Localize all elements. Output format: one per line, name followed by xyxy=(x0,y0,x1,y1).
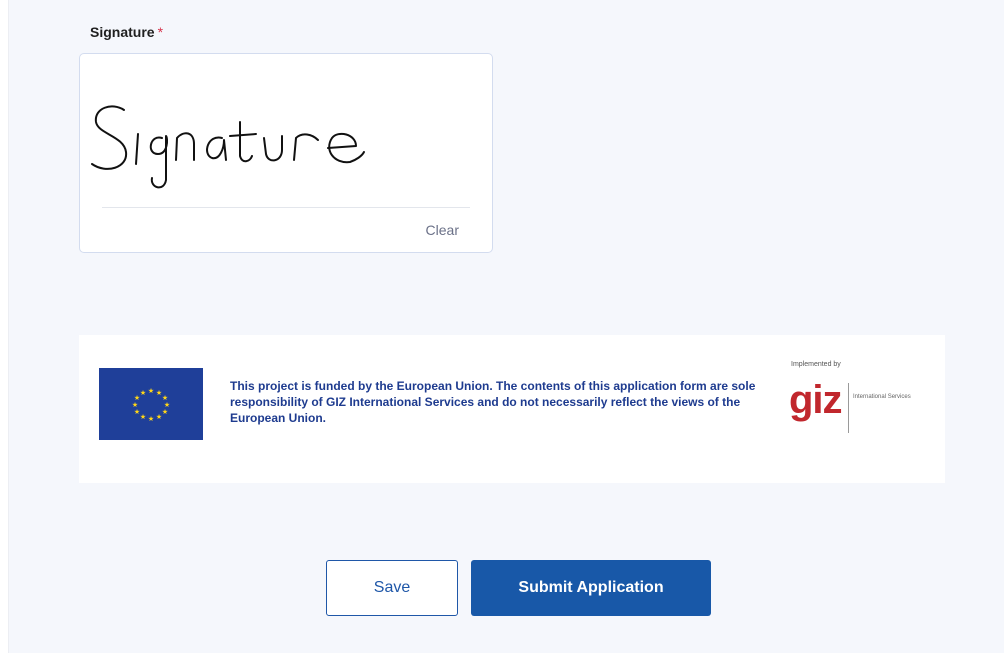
svg-text:★: ★ xyxy=(134,408,140,416)
clear-signature-button[interactable]: Clear xyxy=(426,222,459,238)
form-page: Signature * Clear ★ ★ ★ ★ ★ ★ ★ ★ ★ ★ ★ … xyxy=(8,0,1004,653)
signature-baseline xyxy=(102,207,470,208)
save-button[interactable]: Save xyxy=(326,560,458,616)
required-marker: * xyxy=(157,24,164,40)
funding-disclaimer: This project is funded by the European U… xyxy=(230,379,756,425)
svg-text:★: ★ xyxy=(140,413,146,421)
submit-application-button[interactable]: Submit Application xyxy=(471,560,711,616)
giz-divider xyxy=(848,383,849,433)
signature-label: Signature * xyxy=(90,24,163,40)
signature-label-text: Signature xyxy=(90,24,155,40)
funding-banner: ★ ★ ★ ★ ★ ★ ★ ★ ★ ★ ★ ★ This project is … xyxy=(79,335,945,483)
svg-text:★: ★ xyxy=(148,415,154,423)
svg-text:★: ★ xyxy=(132,401,138,409)
eu-flag-icon: ★ ★ ★ ★ ★ ★ ★ ★ ★ ★ ★ ★ xyxy=(99,368,203,440)
signature-drawing[interactable] xyxy=(84,72,444,222)
signature-pad[interactable]: Clear xyxy=(79,53,493,253)
implemented-by-label: Implemented by xyxy=(791,361,841,368)
svg-text:★: ★ xyxy=(162,408,168,416)
svg-text:★: ★ xyxy=(156,413,162,421)
svg-text:★: ★ xyxy=(140,389,146,397)
giz-services-label: International Services xyxy=(853,394,911,400)
giz-logo: Implemented by giz International Service… xyxy=(789,361,911,441)
svg-text:★: ★ xyxy=(148,387,154,395)
giz-wordmark: giz xyxy=(789,378,843,422)
